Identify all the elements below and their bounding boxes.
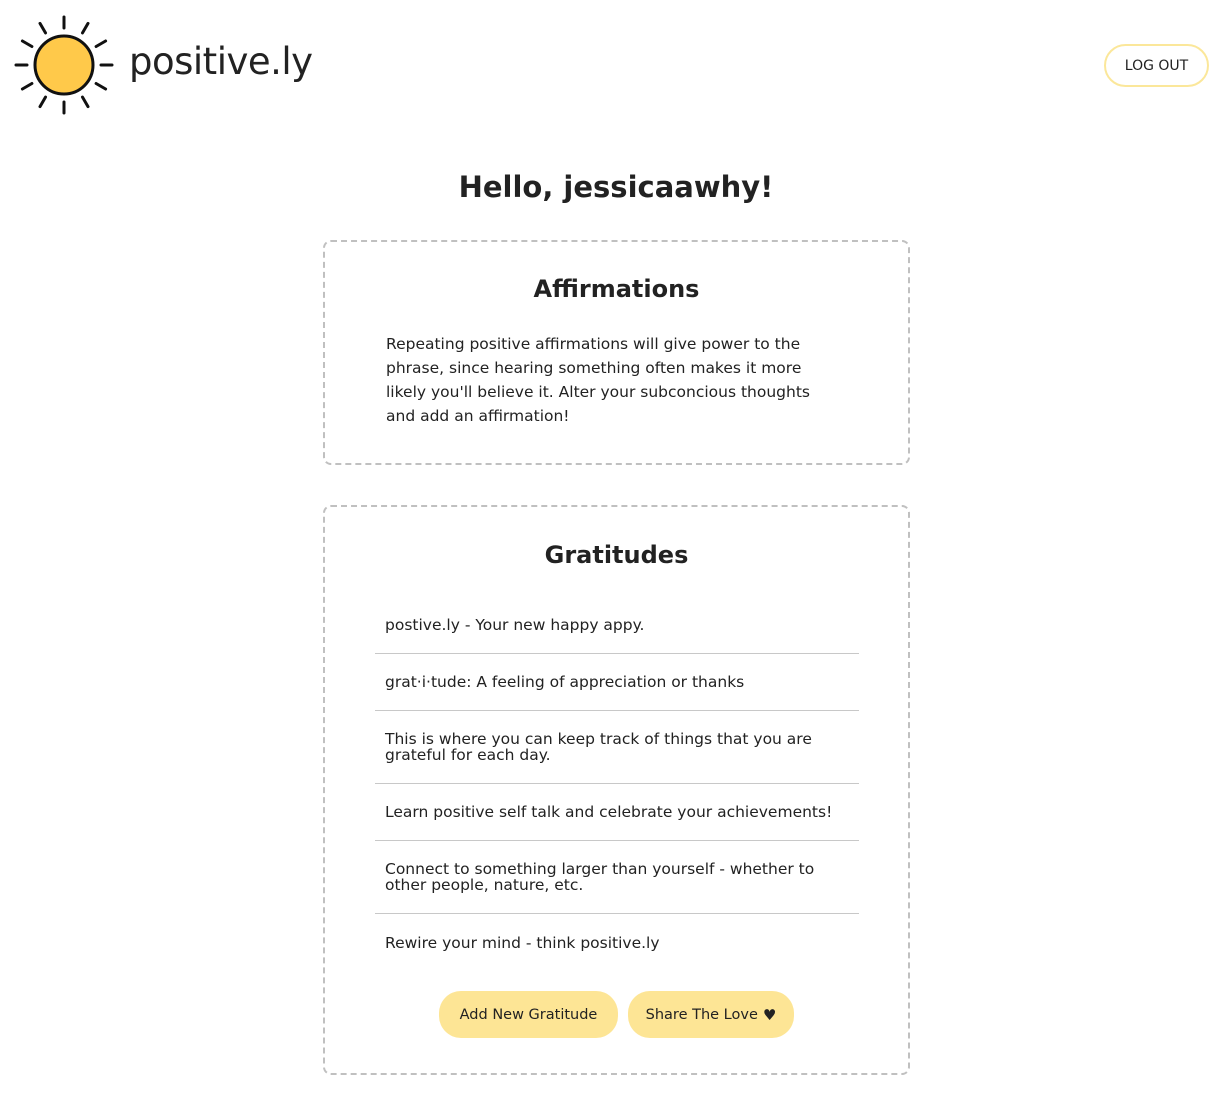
logo-text[interactable]: positive.ly xyxy=(129,40,313,83)
gratitude-item: Learn positive self talk and celebrate y… xyxy=(375,784,859,841)
gratitude-item: postive.ly - Your new happy appy. xyxy=(375,597,859,654)
heart-icon: ♥ xyxy=(762,1005,777,1024)
gratitude-list: postive.ly - Your new happy appy. grat·i… xyxy=(375,597,859,971)
sun-icon[interactable] xyxy=(12,13,116,117)
gratitudes-title: Gratitudes xyxy=(544,541,689,569)
gratitude-item: Connect to something larger than yoursel… xyxy=(375,841,859,914)
gratitude-actions: Add New Gratitude Share The Love ♥ xyxy=(325,991,908,1038)
add-gratitude-button[interactable]: Add New Gratitude xyxy=(439,991,618,1038)
app-header: positive.ly LOG OUT xyxy=(0,0,1232,130)
affirmations-description: Repeating positive affirmations will giv… xyxy=(386,335,810,425)
affirmations-card: Affirmations Repeating positive affirmat… xyxy=(323,240,910,465)
share-love-label: Share The Love xyxy=(645,1006,758,1023)
gratitude-item: Rewire your mind - think positive.ly xyxy=(385,933,660,952)
share-love-button[interactable]: Share The Love ♥ xyxy=(628,991,794,1038)
logout-button[interactable]: LOG OUT xyxy=(1104,44,1209,87)
gratitude-item: grat·i·tude: A feeling of appreciation o… xyxy=(375,654,859,711)
gratitudes-card: Gratitudes postive.ly - Your new happy a… xyxy=(323,505,910,1075)
gratitude-item: This is where you can keep track of thin… xyxy=(375,711,859,784)
affirmations-title: Affirmations xyxy=(533,275,700,303)
greeting-heading: Hello, jessicaawhy! xyxy=(458,170,774,204)
